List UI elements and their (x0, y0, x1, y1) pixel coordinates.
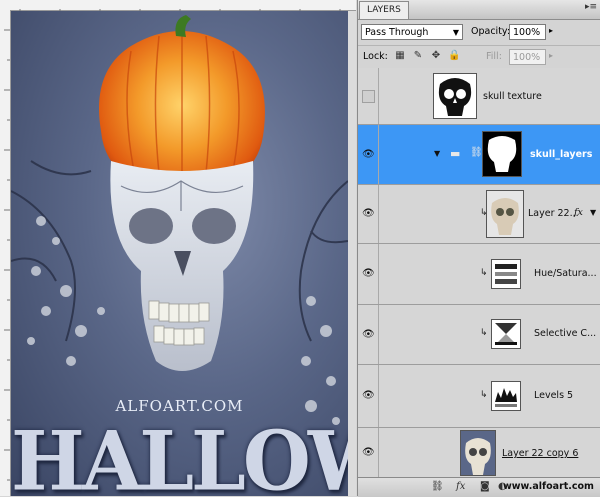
tab-layers[interactable]: LAYERS (359, 1, 409, 19)
layer-row-skull-layers[interactable]: 👁 ▼ ▬ ⛓ skull_layers (358, 125, 600, 185)
fill-input[interactable]: 100% (509, 49, 546, 65)
lock-position-icon[interactable]: ✥ (430, 50, 442, 62)
opacity-slider-arrow-icon[interactable]: ▸ (549, 26, 553, 35)
panel-tab-bar: LAYERS ▸≡ (358, 0, 600, 20)
layers-panel: LAYERS ▸≡ Pass Through ▼ Opacity: 100% ▸… (357, 0, 600, 497)
mask-link-icon[interactable]: ⛓ (470, 147, 483, 158)
eye-icon[interactable]: 👁 (362, 390, 375, 402)
opacity-label: Opacity: (471, 26, 511, 37)
layer-name: skull texture (483, 91, 542, 102)
dropdown-arrow-icon: ▼ (452, 28, 459, 37)
visibility-column[interactable]: 👁 (358, 244, 379, 304)
halloween-title-text: HALLOWE (11, 413, 348, 496)
layer-name: Layer 22... (528, 208, 579, 219)
halloween-skull-artwork: ALFOART.COM HALLOWE (11, 11, 348, 496)
layer-name: Layer 22 copy 6 (502, 448, 579, 459)
blend-mode-select[interactable]: Pass Through ▼ (361, 24, 463, 40)
effects-expand-triangle-icon[interactable]: ▼ (590, 208, 596, 217)
layer-list: skull texture 👁 ▼ ▬ ⛓ skull_layers 👁 ↳ L… (358, 68, 600, 477)
visibility-toggle-off[interactable] (362, 90, 375, 103)
lock-row: Lock: ▦ ✎ ✥ 🔒 Fill: 100% ▸ (358, 46, 600, 69)
lock-image-pixels-icon[interactable]: ✎ (412, 50, 424, 62)
layer-thumbnail (460, 430, 496, 476)
visibility-column[interactable]: 👁 (358, 365, 379, 427)
eye-icon[interactable]: 👁 (362, 268, 375, 280)
lock-label: Lock: (363, 51, 388, 62)
layer-row-skull-texture[interactable]: skull texture (358, 68, 600, 125)
link-layers-icon[interactable]: ⛓ (431, 481, 444, 492)
layer-row-layer-22-copy-6[interactable]: 👁 Layer 22 copy 6 (358, 428, 600, 477)
layer-thumbnail (433, 73, 477, 119)
layer-row-layer-22[interactable]: 👁 ↳ Layer 22... fx ▼ (358, 185, 600, 244)
visibility-column[interactable]: 👁 (358, 185, 379, 243)
clipping-arrow-icon: ↳ (480, 328, 488, 338)
visibility-column[interactable]: 👁 (358, 305, 379, 364)
clipping-arrow-icon: ↳ (480, 390, 488, 400)
footer-url-text: www.alfoart.com (503, 481, 594, 492)
document-canvas[interactable]: ALFOART.COM HALLOWE (0, 0, 356, 496)
group-mask-thumbnail (482, 131, 522, 177)
vertical-ruler[interactable] (0, 10, 11, 496)
layer-row-levels-5[interactable]: 👁 ↳ Levels 5 (358, 365, 600, 428)
layer-name: Hue/Satura... (534, 268, 597, 279)
add-mask-icon[interactable]: ◙ (480, 481, 490, 492)
layer-effects-fx-icon[interactable]: fx (574, 207, 583, 218)
fill-label: Fill: (486, 51, 502, 62)
fill-slider-arrow-icon[interactable]: ▸ (549, 51, 553, 60)
eye-icon[interactable]: 👁 (362, 447, 375, 459)
clipping-arrow-icon: ↳ (480, 268, 488, 278)
folder-icon: ▬ (450, 147, 461, 160)
eye-icon[interactable]: 👁 (362, 208, 375, 220)
group-expand-triangle-icon[interactable]: ▼ (434, 149, 440, 158)
artwork-watermark: ALFOART.COM (115, 397, 244, 415)
blend-mode-value: Pass Through (365, 27, 429, 38)
panel-menu-icon[interactable]: ▸≡ (585, 2, 597, 12)
layer-thumbnail (486, 190, 524, 238)
add-layer-style-icon[interactable]: fx (456, 481, 465, 492)
eye-icon[interactable]: 👁 (362, 149, 375, 161)
visibility-column[interactable] (358, 68, 379, 124)
selective-color-adjustment-icon (491, 319, 521, 349)
layer-name: Levels 5 (534, 390, 574, 401)
layer-row-selective-color[interactable]: 👁 ↳ Selective C... (358, 305, 600, 365)
visibility-column[interactable]: 👁 (358, 428, 379, 477)
lock-transparent-pixels-icon[interactable]: ▦ (394, 50, 406, 62)
eye-icon[interactable]: 👁 (362, 329, 375, 341)
levels-adjustment-icon (491, 381, 521, 411)
panel-bottom-toolbar: ⛓ fx ◙ ◐ www.alfoart.com (358, 477, 600, 497)
layer-name: Selective C... (534, 328, 597, 339)
opacity-input[interactable]: 100% (509, 24, 546, 40)
layer-row-hue-saturation[interactable]: 👁 ↳ Hue/Satura... (358, 244, 600, 305)
lock-all-icon[interactable]: 🔒 (448, 50, 460, 62)
hue-saturation-adjustment-icon (491, 259, 521, 289)
blend-row: Pass Through ▼ Opacity: 100% ▸ (358, 20, 600, 46)
visibility-column[interactable]: 👁 (358, 125, 379, 184)
layer-name: skull_layers (530, 149, 593, 160)
horizontal-ruler[interactable] (0, 0, 356, 15)
